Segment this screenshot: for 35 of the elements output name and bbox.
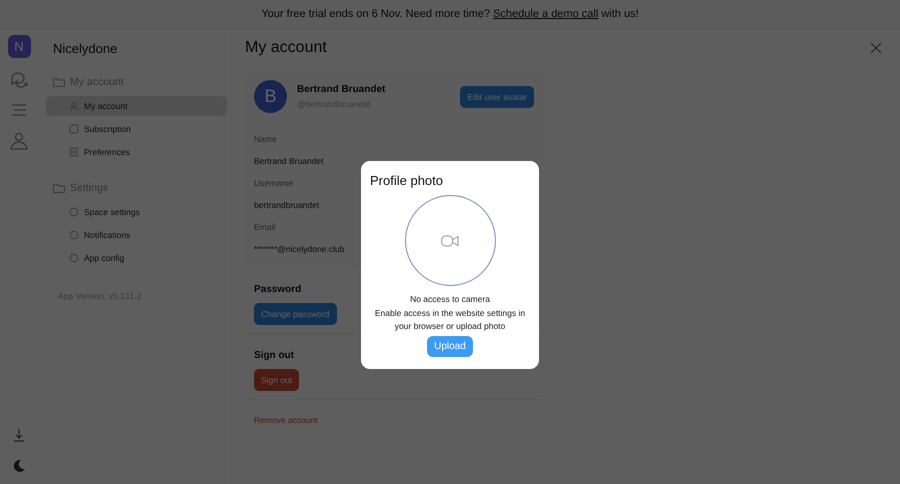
edit-avatar-button[interactable]: Edit user avatar	[460, 86, 534, 108]
sidebar-item[interactable]: Notifications	[46, 225, 227, 245]
section-heading: Password	[254, 284, 302, 295]
dialog-title: Profile photo	[370, 173, 443, 188]
change-password-button[interactable]: Change password	[254, 303, 337, 325]
document-icon	[69, 147, 79, 157]
folder-icon	[53, 77, 65, 87]
user-avatar: B	[254, 80, 287, 113]
video-camera-icon	[441, 234, 459, 246]
sidebar-item[interactable]: Space settings	[46, 202, 227, 222]
field-value: Bertrand Bruandet	[254, 155, 324, 168]
field-value: bertrandbruandet	[254, 199, 320, 212]
trial-banner-text: Your free trial ends on 6 Nov. Need more time? Schedule a demo call with us!	[261, 8, 639, 20]
sign-out-button[interactable]: Sign out	[254, 369, 300, 391]
remove-account-link[interactable]: Remove account	[254, 415, 318, 425]
user-icon	[9, 130, 29, 150]
sidebar-item[interactable]: Preferences	[46, 142, 227, 162]
dialog-hint: Enable access in the website settings in your browser or upload photo	[374, 307, 526, 333]
square-icon	[69, 124, 79, 134]
close-icon	[870, 42, 882, 54]
close-button[interactable]	[868, 40, 884, 56]
folder-icon	[53, 183, 65, 193]
section-heading: Sign out	[254, 350, 295, 361]
demo-call-link[interactable]: Schedule a demo call	[493, 8, 598, 20]
upload-button[interactable]: Upload	[427, 336, 473, 357]
download-icon	[12, 428, 26, 442]
sidebar-item[interactable]: My account	[46, 96, 227, 116]
app-title: Nicelydone	[52, 40, 118, 56]
sidebar-item[interactable]: App config	[46, 248, 227, 268]
page-title: My account	[245, 39, 327, 57]
dialog-message: No access to camera	[410, 294, 490, 304]
field-value: *******@nicelydone.club	[254, 243, 344, 256]
user-name: Bertrand Bruandet	[297, 84, 386, 95]
moon-icon	[12, 458, 26, 472]
sidebar-item[interactable]: Subscription	[46, 119, 227, 139]
